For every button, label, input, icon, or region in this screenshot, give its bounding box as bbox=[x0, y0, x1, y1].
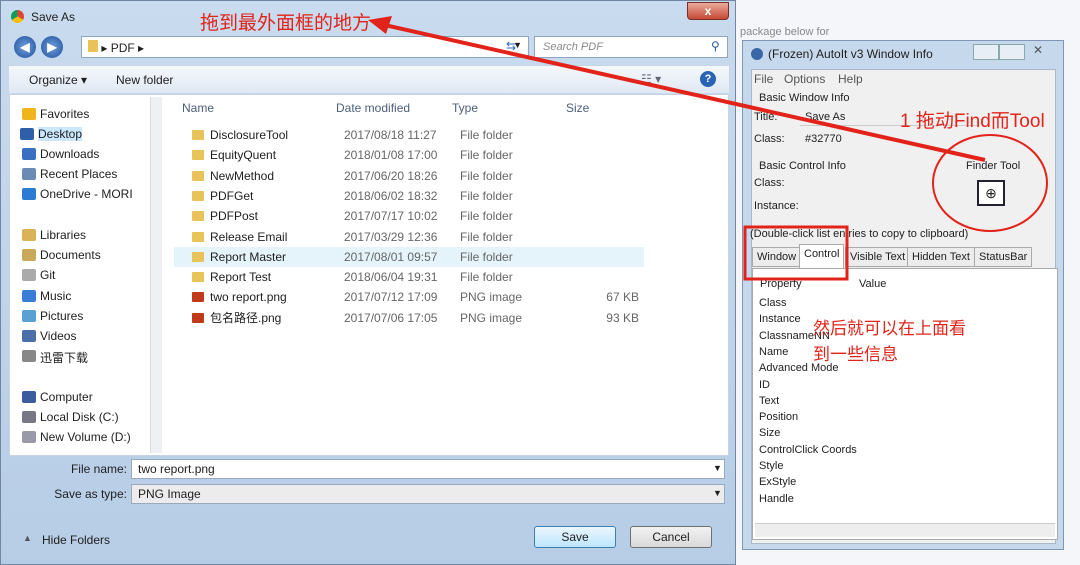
annotation-arrow bbox=[379, 22, 986, 162]
annotation-step1: 1 拖动Find而Tool bbox=[900, 111, 1045, 132]
annotation-step2b: 到一些信息 bbox=[813, 345, 898, 364]
annotation-step2a: 然后就可以在上面看 bbox=[813, 319, 966, 338]
control-tab-highlight bbox=[743, 225, 849, 281]
annotation-overlay bbox=[368, 16, 1048, 281]
annotation-drag: 拖到最外面框的地方 bbox=[200, 13, 372, 34]
arrow-head-icon bbox=[368, 16, 392, 34]
finder-tool-highlight bbox=[932, 134, 1048, 232]
